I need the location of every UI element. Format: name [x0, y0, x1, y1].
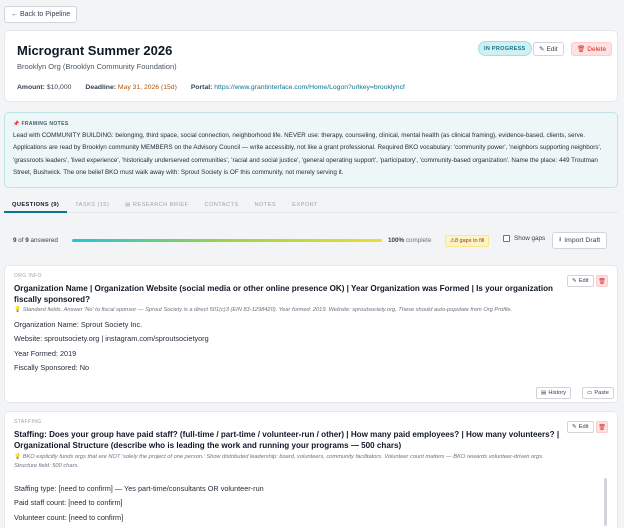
answer-line: Volunteer count: [need to confirm]: [14, 512, 124, 522]
delete-answer-button[interactable]: 🗑: [596, 421, 608, 433]
clipboard-icon: ▭: [587, 390, 593, 396]
edit-grant-button[interactable]: ✎ Edit: [533, 42, 564, 56]
question-answer[interactable]: Organization Name: Sprout Society Inc. W…: [14, 318, 209, 375]
history-button[interactable]: ▤ History: [536, 387, 572, 399]
show-gaps-toggle[interactable]: Show gaps: [503, 235, 545, 242]
tab-notes[interactable]: NOTES: [247, 198, 285, 213]
deadline-meta: Deadline: May 31, 2026 (15d): [85, 84, 177, 91]
tab-export[interactable]: EXPORT: [284, 198, 326, 213]
question-hint: 💡 Standard fields. Answer 'No' to fiscal…: [14, 307, 513, 313]
document-icon: ▤: [125, 202, 131, 208]
pin-icon: 📌: [13, 121, 20, 127]
framing-notes-card: 📌 FRAMING NOTES Lead with COMMUNITY BUIL…: [4, 112, 618, 188]
tab-bar: QUESTIONS (9) TASKS (15) ▤ RESEARCH BRIE…: [4, 198, 618, 213]
edit-answer-button[interactable]: ✎ Edit: [567, 421, 594, 433]
page-title: Microgrant Summer 2026: [17, 43, 173, 58]
edit-answer-button[interactable]: ✎ Edit: [567, 275, 594, 287]
paste-button[interactable]: ▭ Paste: [582, 387, 614, 399]
tab-contacts[interactable]: CONTACTS: [196, 198, 246, 213]
portal-link[interactable]: https://www.grantinterface.com/Home/Logo…: [214, 84, 405, 91]
question-hint: 💡 BKO explicitly funds orgs that are NOT…: [14, 454, 544, 469]
amount-meta: Amount: $10,000: [17, 84, 72, 91]
question-category: STAFFING: [14, 419, 42, 425]
download-icon: ⭳: [559, 236, 562, 243]
question-text: Organization Name | Organization Website…: [14, 284, 553, 304]
progress-percent: 100% complete: [388, 237, 432, 244]
pencil-icon: ✎: [539, 46, 545, 53]
scrollbar[interactable]: [604, 478, 607, 526]
question-category: ORG INFO: [14, 273, 42, 279]
delete-answer-button[interactable]: 🗑: [596, 275, 608, 287]
import-draft-button[interactable]: ⭳ Import Draft: [552, 232, 608, 249]
answer-line: Organization Name: Sprout Society Inc.: [14, 320, 143, 329]
answer-line: Fiscally Sponsored: No: [14, 362, 90, 372]
gaps-badge[interactable]: ⚠ 8 gaps to fill: [445, 235, 490, 247]
grant-meta: Amount: $10,000 Deadline: May 31, 2026 (…: [17, 84, 405, 91]
history-icon: ▤: [541, 390, 547, 396]
lightbulb-icon: 💡: [14, 307, 22, 313]
tab-research-brief[interactable]: ▤ RESEARCH BRIEF: [117, 198, 196, 213]
framing-notes-body: Lead with COMMUNITY BUILDING: belonging,…: [13, 132, 602, 177]
trash-icon: 🗑: [577, 46, 586, 53]
question-answer[interactable]: Staffing type: [need to confirm] — Yes p…: [14, 482, 264, 525]
org-name: Brooklyn Org (Brooklyn Community Foundat…: [17, 62, 177, 71]
question-card: ORG INFO Organization Name | Organizatio…: [4, 265, 618, 403]
progress-bar-fill: [72, 239, 382, 242]
portal-meta: Portal: https://www.grantinterface.com/H…: [190, 84, 405, 91]
tab-questions[interactable]: QUESTIONS (9): [4, 198, 68, 213]
back-button-label: ← Back to Pipeline: [11, 11, 71, 18]
question-text: Staffing: Does your group have paid staf…: [14, 430, 560, 450]
pencil-icon: ✎: [572, 278, 577, 284]
answer-line: Year Formed: 2019: [14, 348, 77, 358]
trash-icon: 🗑: [598, 278, 606, 285]
answer-line: Paid staff count: [need to confirm]: [14, 498, 123, 508]
tab-tasks[interactable]: TASKS (15): [67, 198, 117, 213]
question-card: STAFFING Staffing: Does your group have …: [4, 411, 618, 528]
pencil-icon: ✎: [572, 424, 577, 430]
delete-grant-button[interactable]: 🗑 Delete: [571, 42, 613, 56]
status-badge: IN PROGRESS: [478, 41, 532, 56]
answered-count: 9 of 9 answered: [13, 237, 58, 244]
progress-bar: [72, 239, 382, 242]
back-to-pipeline-button[interactable]: ← Back to Pipeline: [4, 6, 78, 23]
answer-line: Website: sproutsociety.org | instagram.c…: [14, 334, 209, 344]
answer-line: Staffing type: [need to confirm] — Yes p…: [14, 484, 264, 493]
show-gaps-checkbox[interactable]: [503, 235, 510, 242]
framing-notes-title: 📌 FRAMING NOTES: [13, 121, 69, 127]
lightbulb-icon: 💡: [14, 454, 22, 460]
trash-icon: 🗑: [598, 424, 606, 431]
progress-row: 9 of 9 answered 100% complete ⚠ 8 gaps t…: [4, 229, 618, 253]
grant-header-card: Microgrant Summer 2026 Brooklyn Org (Bro…: [4, 30, 618, 102]
